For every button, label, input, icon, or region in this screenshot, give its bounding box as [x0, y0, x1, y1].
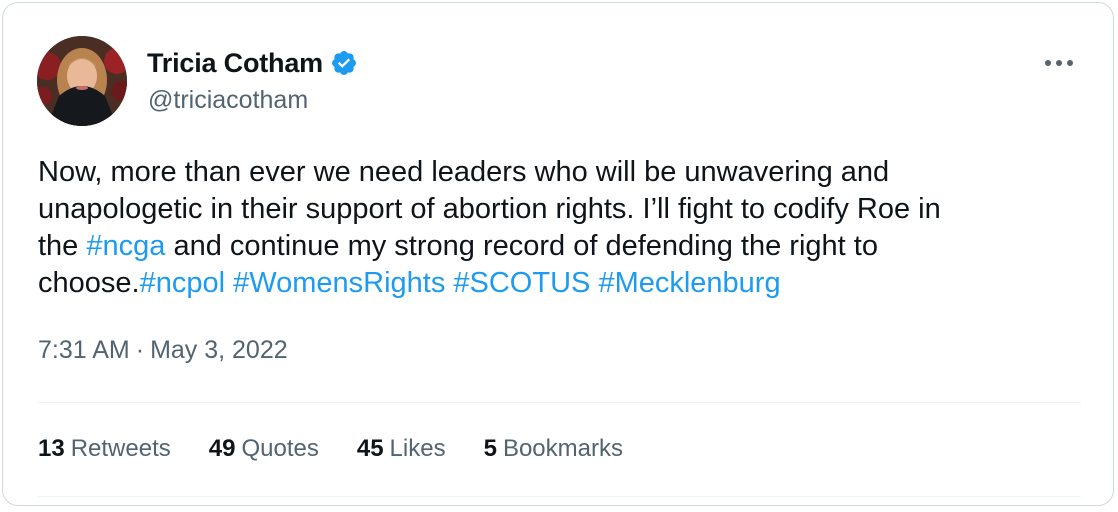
- hashtag-link[interactable]: #SCOTUS: [453, 267, 590, 299]
- tweet-text-line: Now, more than ever we need leaders who …: [38, 154, 1088, 191]
- timestamp[interactable]: 7:31 AM · May 3, 2022: [38, 336, 288, 365]
- hashtag-link[interactable]: #Mecklenburg: [598, 267, 780, 299]
- stat-count: 5: [483, 435, 497, 462]
- hashtag-link[interactable]: #ncga: [86, 230, 165, 262]
- tweet-text-segment: choose.: [38, 267, 140, 299]
- divider: [38, 402, 1081, 403]
- tweet-text-segment: unapologetic in their support of abortio…: [38, 193, 941, 225]
- stat-label: Likes: [389, 435, 446, 462]
- more-options-icon[interactable]: [1039, 47, 1079, 79]
- tweet-date[interactable]: May 3, 2022: [150, 336, 288, 365]
- author-display-name[interactable]: Tricia Cotham: [147, 48, 323, 79]
- tweet-card[interactable]: Tricia Cotham @triciacotham Now, more th…: [2, 2, 1114, 506]
- stat-label: Quotes: [241, 435, 319, 462]
- hashtag-link[interactable]: #WomensRights: [233, 267, 445, 299]
- author-name-row: Tricia Cotham: [147, 45, 358, 81]
- avatar-image: [37, 36, 127, 126]
- stat-label: Retweets: [70, 435, 171, 462]
- stat-likes[interactable]: 45 Likes: [357, 435, 446, 463]
- author-avatar[interactable]: [37, 36, 127, 126]
- tweet-text-line: unapologetic in their support of abortio…: [38, 191, 1088, 228]
- tweet-text-segment: and continue my strong record of defendi…: [165, 230, 878, 262]
- stat-count: 13: [38, 435, 65, 462]
- tweet-time[interactable]: 7:31 AM: [38, 336, 130, 365]
- divider: [38, 496, 1081, 497]
- author-handle[interactable]: @triciacotham: [148, 86, 308, 115]
- tweet-text-segment: the: [38, 230, 87, 262]
- tweet-text: Now, more than ever we need leaders who …: [38, 154, 1088, 302]
- stat-quotes[interactable]: 49 Quotes: [209, 435, 319, 463]
- tweet-text-segment: [225, 267, 233, 299]
- hashtag-link[interactable]: #ncpol: [140, 267, 225, 299]
- tweet-text-line: choose.#ncpol #WomensRights #SCOTUS #Mec…: [38, 265, 1088, 302]
- verified-badge-icon: [330, 49, 358, 77]
- tweet-text-segment: Now, more than ever we need leaders who …: [38, 156, 890, 188]
- tweet-text-line: the #ncga and continue my strong record …: [38, 228, 1088, 265]
- engagement-stats: 13 Retweets 49 Quotes 45 Likes 5 Bookmar…: [38, 435, 661, 463]
- stat-label: Bookmarks: [502, 435, 623, 462]
- timestamp-separator: ·: [135, 336, 145, 364]
- stat-bookmarks[interactable]: 5 Bookmarks: [484, 435, 623, 463]
- stat-count: 45: [356, 435, 384, 462]
- stat-count: 49: [208, 435, 236, 462]
- stat-retweets[interactable]: 13 Retweets: [38, 435, 171, 463]
